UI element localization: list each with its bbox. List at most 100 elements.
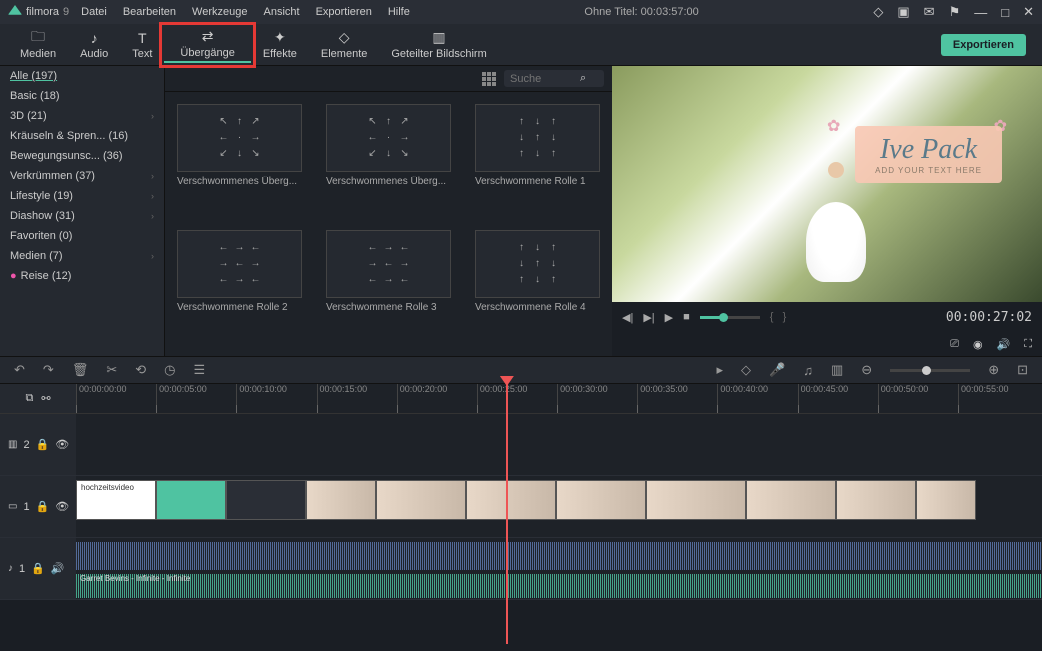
video-track-label[interactable]: ▭ 1 🔒👁 [0,476,76,537]
thumb-label: Verschwommene Rolle 2 [177,302,302,313]
mail-icon[interactable]: ✉ [924,4,935,20]
quality-icon[interactable]: ⎚ [950,338,959,351]
lock-icon[interactable]: 🔒 [31,562,45,575]
ruler-tick: 00:00:20:00 [397,384,448,413]
search-input[interactable] [510,73,580,85]
ruler-tick: 00:00:10:00 [236,384,287,413]
cut-button[interactable]: ✂ [106,362,117,378]
transition-thumb[interactable]: ↑↓↑↓↑↓↑↓↑Verschwommene Rolle 1 [475,104,600,218]
sidebar-item-bewegung[interactable]: Bewegungsunsc... (36) [0,146,164,166]
menu-ansicht[interactable]: Ansicht [263,6,299,18]
tab-medien[interactable]: 🗀Medien [8,28,68,62]
window-title: Ohne Titel: 00:03:57:00 [410,6,874,18]
zoom-slider[interactable] [890,369,970,372]
transition-thumb[interactable]: ↑↓↑↓↑↓↑↓↑Verschwommene Rolle 4 [475,230,600,344]
menu-bearbeiten[interactable]: Bearbeiten [123,6,176,18]
minimize-button[interactable]: — [974,5,987,20]
sidebar-item-reise[interactable]: ●Reise (12) [0,266,164,286]
flag-icon[interactable]: ⚑ [949,4,961,20]
history-button[interactable]: ◷ [164,362,175,378]
zoom-fit-button[interactable]: ⊡ [1017,362,1028,378]
chevron-right-icon: › [151,111,154,121]
settings-button[interactable]: ☰ [193,362,205,378]
tab-text[interactable]: TText [120,28,164,62]
step-back-button[interactable]: ▶| [643,311,654,324]
sidebar-item-alle[interactable]: Alle (197) [0,66,164,86]
zoom-out-button[interactable]: ⊖ [861,362,872,378]
volume-slider[interactable] [700,316,760,319]
chevron-right-icon: › [151,171,154,181]
preview-video[interactable]: Ive Pack ADD YOUR TEXT HERE [612,66,1042,302]
audio-track[interactable]: Garret Bevins - Infinite - Infinite [76,538,1042,599]
marker-button[interactable]: ◇ [741,362,751,378]
text-icon: T [134,30,150,46]
lock-icon[interactable]: 🔒 [36,438,50,451]
tab-effekte[interactable]: ✦Effekte [251,28,309,62]
speaker-icon[interactable]: 🔊 [997,338,1011,351]
playhead[interactable] [506,384,508,644]
eye-icon[interactable]: 👁 [55,438,69,451]
layers-icon: ⧉ [25,392,33,405]
timeline-options[interactable]: ⧉⚯ [0,384,76,413]
video-track[interactable]: hochzeitsvideo [76,476,1042,537]
sidebar-item-diashow[interactable]: Diashow (31)› [0,206,164,226]
tab-audio[interactable]: ♪Audio [68,28,120,62]
zoom-in-button[interactable]: ⊕ [988,362,999,378]
tab-split[interactable]: ▥Geteilter Bildschirm [379,28,498,62]
prev-frame-button[interactable]: ◀| [622,311,633,324]
eye-icon[interactable]: 👁 [55,500,69,513]
tab-uebergaenge[interactable]: ⇄Übergänge [164,27,250,63]
transition-thumb[interactable]: ↖↑↗←·→↙↓↘Verschwommenes Überg... [326,104,451,218]
mic-button[interactable]: 🎤 [769,362,785,378]
chevron-right-icon: › [151,251,154,261]
delete-button[interactable]: 🗑 [72,362,89,378]
redo-button[interactable]: ↷ [43,362,54,378]
render-button[interactable]: ▸ [717,362,724,378]
thumb-label: Verschwommene Rolle 1 [475,176,600,187]
fx-track-label[interactable]: ▥ 2 🔒👁 [0,414,76,475]
menu-hilfe[interactable]: Hilfe [388,6,410,18]
user-icon[interactable]: ◇ [873,4,883,20]
lock-icon[interactable]: 🔒 [36,500,50,513]
audio-button[interactable]: ♫ [803,363,813,378]
stop-button[interactable]: ■ [683,311,690,323]
snapshot-icon[interactable]: ◉ [973,338,983,351]
ruler-tick: 00:00:15:00 [317,384,368,413]
transition-browser: ⌕ ↖↑↗←·→↙↓↘Verschwommenes Überg...↖↑↗←·→… [165,66,612,356]
maximize-button[interactable]: □ [1001,5,1009,20]
menu-exportieren[interactable]: Exportieren [316,6,372,18]
search-box[interactable]: ⌕ [504,70,604,87]
mixer-button[interactable]: ▥ [831,362,843,378]
close-button[interactable]: ✕ [1023,4,1034,20]
sidebar-item-3d[interactable]: 3D (21)› [0,106,164,126]
transition-thumb[interactable]: ↖↑↗←·→↙↓↘Verschwommenes Überg... [177,104,302,218]
titlebar: filmora9 Datei Bearbeiten Werkzeuge Ansi… [0,0,1042,24]
sidebar-item-lifestyle[interactable]: Lifestyle (19)› [0,186,164,206]
sidebar-item-basic[interactable]: Basic (18) [0,86,164,106]
sidebar-item-medien[interactable]: Medien (7)› [0,246,164,266]
preview-title-overlay: Ive Pack ADD YOUR TEXT HERE [855,126,1002,183]
fullscreen-icon[interactable]: ⛶ [1024,338,1032,351]
sidebar-item-kraeuseln[interactable]: Kräuseln & Spren... (16) [0,126,164,146]
timeline-ruler[interactable]: 00:00:00:0000:00:05:0000:00:10:0000:00:1… [76,384,1042,413]
category-sidebar: Alle (197) Basic (18) 3D (21)› Kräuseln … [0,66,165,356]
fx-track[interactable] [76,414,1042,475]
sidebar-item-favoriten[interactable]: Favoriten (0) [0,226,164,246]
tab-elemente[interactable]: ◇Elemente [309,28,379,62]
menu-datei[interactable]: Datei [81,6,107,18]
play-button[interactable]: ▶ [665,311,673,324]
ruler-tick: 00:00:40:00 [717,384,768,413]
revert-button[interactable]: ⟲ [135,362,146,378]
transition-thumb[interactable]: ←→←→←→←→←Verschwommene Rolle 3 [326,230,451,344]
menu-werkzeuge[interactable]: Werkzeuge [192,6,247,18]
audio-track-label[interactable]: ♪ 1 🔒🔊 [0,538,76,599]
thumb-label: Verschwommenes Überg... [326,176,451,187]
sidebar-item-verkruemmen[interactable]: Verkrümmen (37)› [0,166,164,186]
ruler-tick: 00:00:50:00 [878,384,929,413]
transition-thumb[interactable]: ←→←→←→←→←Verschwommene Rolle 2 [177,230,302,344]
notification-icon[interactable]: ▣ [897,4,909,20]
export-button[interactable]: Exportieren [941,34,1026,56]
speaker-icon[interactable]: 🔊 [51,562,65,575]
grid-view-icon[interactable] [482,72,496,86]
undo-button[interactable]: ↶ [14,362,25,378]
